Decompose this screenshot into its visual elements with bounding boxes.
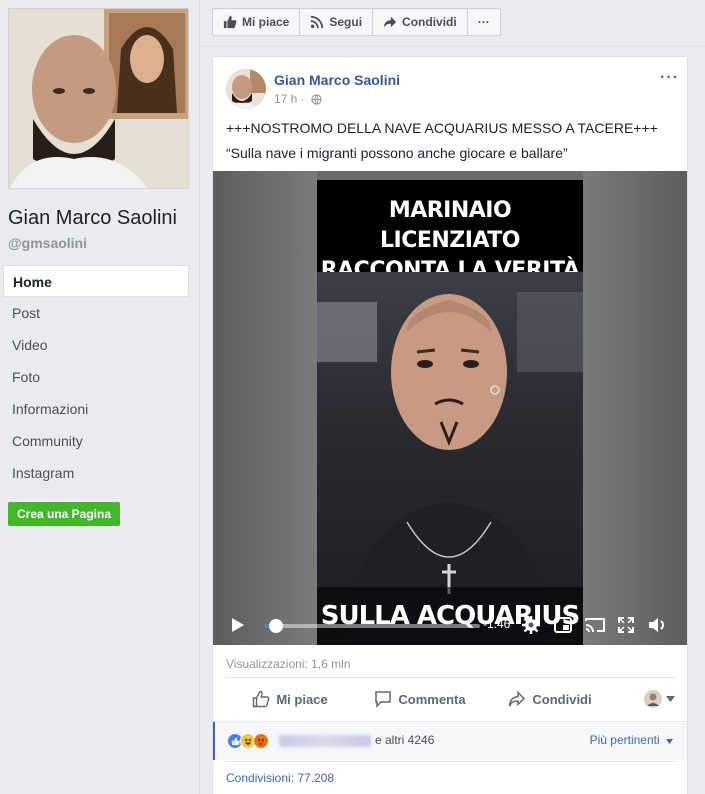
follow-label: Segui: [329, 15, 363, 29]
reactions-divider: [225, 761, 675, 762]
page-name[interactable]: Gian Marco Saolini: [8, 207, 177, 230]
sidebar-item-instagram[interactable]: Instagram: [3, 457, 189, 489]
comment-label: Commenta: [398, 691, 466, 707]
comment-button[interactable]: Commenta: [355, 683, 485, 715]
view-count: Visualizzazioni: 1,6 mln: [226, 657, 351, 671]
share-post-label: Condividi: [532, 691, 592, 707]
post-options-button[interactable]: ···: [660, 69, 679, 87]
page-action-bar: Mi piace Segui Condividi ···: [212, 8, 501, 36]
post-actions: Mi piace Commenta Condividi: [225, 683, 675, 715]
like-post-label: Mi piace: [276, 691, 328, 707]
video-letterbox-left: [213, 171, 317, 645]
author-avatar[interactable]: [226, 69, 266, 109]
sidebar-item-foto[interactable]: Foto: [3, 361, 189, 393]
post-meta: 17 h ·: [274, 92, 322, 106]
angry-reaction-icon: [253, 733, 269, 749]
reactions-bar: e altri 4246 Più pertinenti: [213, 722, 687, 760]
rss-icon: [311, 15, 324, 29]
sidebar-nav: Home Post Video Foto Informazioni Commun…: [3, 265, 189, 489]
video-letterbox-right: [583, 171, 687, 645]
comment-sort-label: Più pertinenti: [589, 733, 660, 747]
post-as-selector[interactable]: [615, 683, 675, 715]
like-page-button[interactable]: Mi piace: [212, 8, 301, 36]
settings-gear-icon[interactable]: [522, 616, 540, 634]
share-arrow-icon: [383, 16, 397, 29]
left-sidebar: Gian Marco Saolini @gmsaolini Home Post …: [0, 0, 199, 794]
video-frame: MARINAIO LICENZIATO RACCONTA LA VERITÀ S…: [317, 180, 583, 645]
sidebar-item-post[interactable]: Post: [3, 297, 189, 329]
volume-icon[interactable]: [648, 616, 666, 634]
share-count[interactable]: Condivisioni: 77.208: [226, 771, 334, 785]
post-author[interactable]: Gian Marco Saolini: [274, 72, 400, 88]
reaction-count[interactable]: e altri 4246: [375, 733, 434, 747]
share-outline-icon: [509, 690, 526, 707]
video-progress-bar[interactable]: [265, 619, 480, 633]
comment-sort-dropdown[interactable]: Più pertinenti: [590, 733, 673, 747]
video-title-overlay: MARINAIO LICENZIATO RACCONTA LA VERITÀ: [317, 180, 583, 283]
follow-button[interactable]: Segui: [299, 8, 374, 36]
top-divider: [200, 46, 705, 47]
user-avatar-icon: [644, 690, 662, 708]
video-player[interactable]: MARINAIO LICENZIATO RACCONTA LA VERITÀ S…: [213, 171, 687, 645]
video-controls: -1:46: [213, 605, 687, 645]
facebook-page: Gian Marco Saolini @gmsaolini Home Post …: [0, 0, 705, 794]
thumbs-up-icon: [223, 15, 237, 29]
comment-bubble-icon: [375, 691, 392, 708]
views-divider: [225, 677, 675, 678]
blurred-reactor-name: [279, 735, 371, 747]
fullscreen-icon[interactable]: [618, 617, 634, 633]
video-time-remaining: -1:46: [483, 617, 511, 631]
caret-down-icon: [666, 696, 675, 702]
post-time[interactable]: 17 h: [274, 92, 297, 106]
share-post-button[interactable]: Condividi: [485, 683, 615, 715]
cast-icon[interactable]: [585, 617, 605, 633]
more-options-button[interactable]: ···: [466, 8, 501, 36]
like-post-button[interactable]: Mi piace: [225, 683, 355, 715]
sidebar-item-home[interactable]: Home: [3, 265, 189, 297]
thumbs-up-outline-icon: [253, 690, 270, 708]
post-text-headline: +++NOSTROMO DELLA NAVE ACQUARIUS MESSO A…: [226, 120, 658, 136]
caret-down-icon: [666, 739, 673, 744]
sidebar-item-informazioni[interactable]: Informazioni: [3, 393, 189, 425]
page-handle[interactable]: @gmsaolini: [8, 235, 87, 251]
post-text-quote: “Sulla nave i migranti possono anche gio…: [226, 145, 568, 161]
picture-in-picture-icon[interactable]: [554, 617, 572, 633]
video-title-line1: MARINAIO LICENZIATO: [380, 198, 520, 253]
like-page-label: Mi piace: [242, 15, 290, 29]
sidebar-item-community[interactable]: Community: [3, 425, 189, 457]
meta-separator: ·: [300, 92, 305, 106]
main-content: Mi piace Segui Condividi ··· Gian Marco …: [200, 0, 705, 794]
play-icon[interactable]: [229, 617, 245, 633]
video-scrubber[interactable]: [268, 619, 283, 633]
sidebar-item-video[interactable]: Video: [3, 329, 189, 361]
post-card: Gian Marco Saolini 17 h · ··· +++NOSTROM…: [212, 56, 688, 794]
share-page-button[interactable]: Condividi: [372, 8, 468, 36]
create-page-button[interactable]: Crea una Pagina: [8, 502, 120, 526]
reaction-icons[interactable]: [227, 733, 269, 749]
share-page-label: Condividi: [402, 15, 457, 29]
profile-picture[interactable]: [8, 8, 189, 189]
globe-icon: [311, 93, 322, 105]
